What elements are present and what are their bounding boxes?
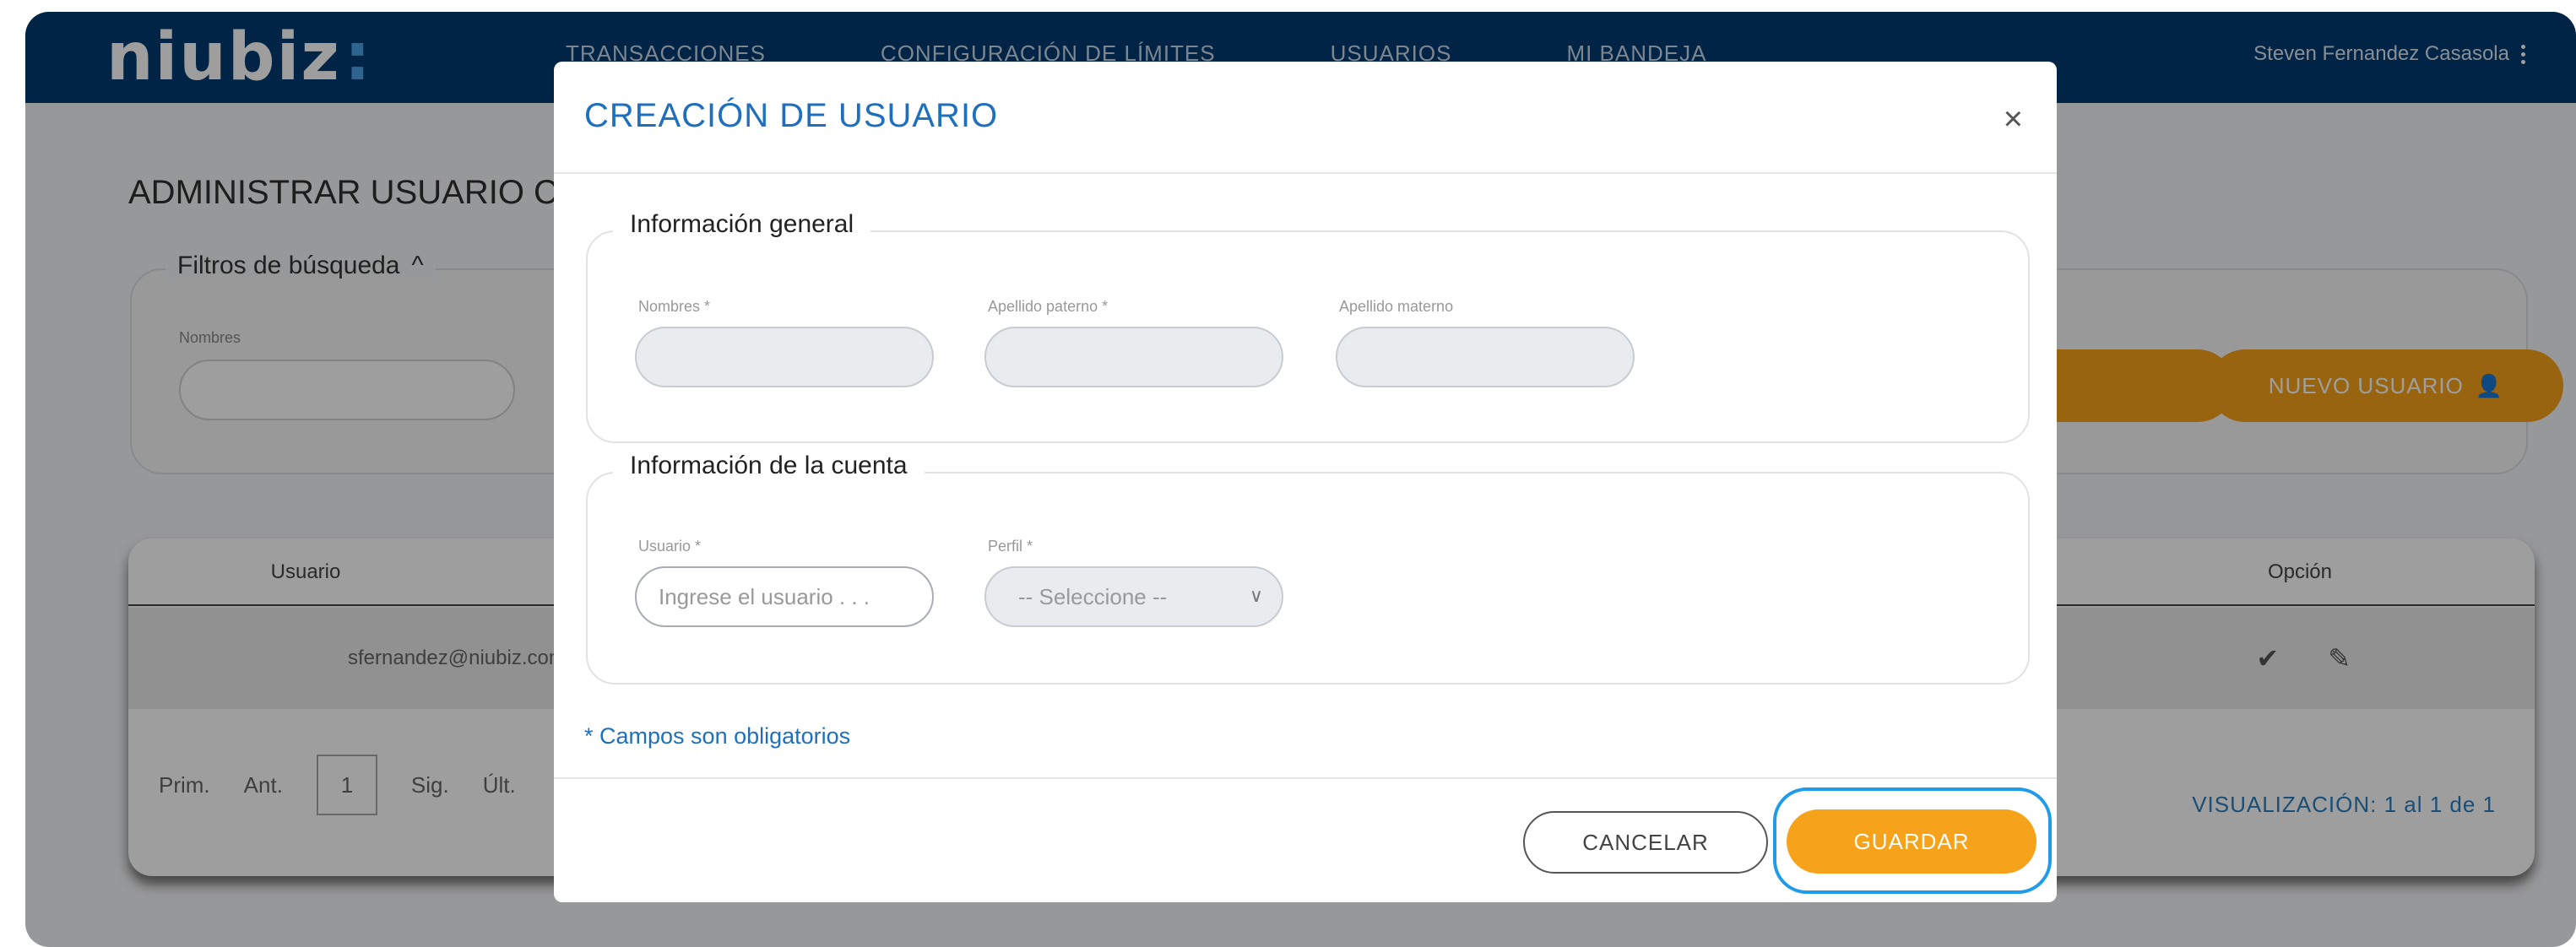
chevron-down-icon: ∨ — [1249, 585, 1263, 606]
modal-header: CREACIÓN DE USUARIO × — [554, 62, 2057, 174]
usuario-placeholder: Ingrese el usuario . . . — [659, 583, 870, 609]
apellido-materno-label: Apellido materno — [1339, 298, 1454, 315]
usuario-input[interactable]: Ingrese el usuario . . . — [635, 566, 934, 627]
apellido-paterno-label: Apellido paterno * — [988, 298, 1109, 315]
perfil-label: Perfil * — [988, 538, 1033, 555]
perfil-select[interactable]: -- Seleccione -- ∨ — [984, 566, 1283, 627]
nombres-input[interactable] — [635, 327, 934, 387]
required-fields-note: * Campos son obligatorios — [584, 723, 851, 749]
account-info-section: Información de la cuenta Usuario * Ingre… — [586, 452, 2030, 685]
apellido-materno-input[interactable] — [1336, 327, 1635, 387]
apellido-paterno-input[interactable] — [984, 327, 1283, 387]
general-info-section: Información general Nombres * Apellido p… — [586, 210, 2030, 443]
save-button[interactable]: GUARDAR — [1787, 809, 2036, 874]
close-icon[interactable]: × — [2004, 100, 2023, 138]
account-info-legend: Información de la cuenta — [613, 452, 925, 480]
cancel-button[interactable]: CANCELAR — [1523, 811, 1768, 874]
modal-footer: CANCELAR GUARDAR — [554, 777, 2057, 902]
usuario-label: Usuario * — [638, 538, 702, 555]
general-info-legend: Información general — [613, 210, 871, 239]
modal-title: CREACIÓN DE USUARIO — [584, 97, 999, 134]
nombres-label: Nombres * — [638, 298, 711, 315]
perfil-selected-value: -- Seleccione -- — [1018, 583, 1168, 609]
create-user-modal: CREACIÓN DE USUARIO × Información genera… — [554, 62, 2057, 902]
